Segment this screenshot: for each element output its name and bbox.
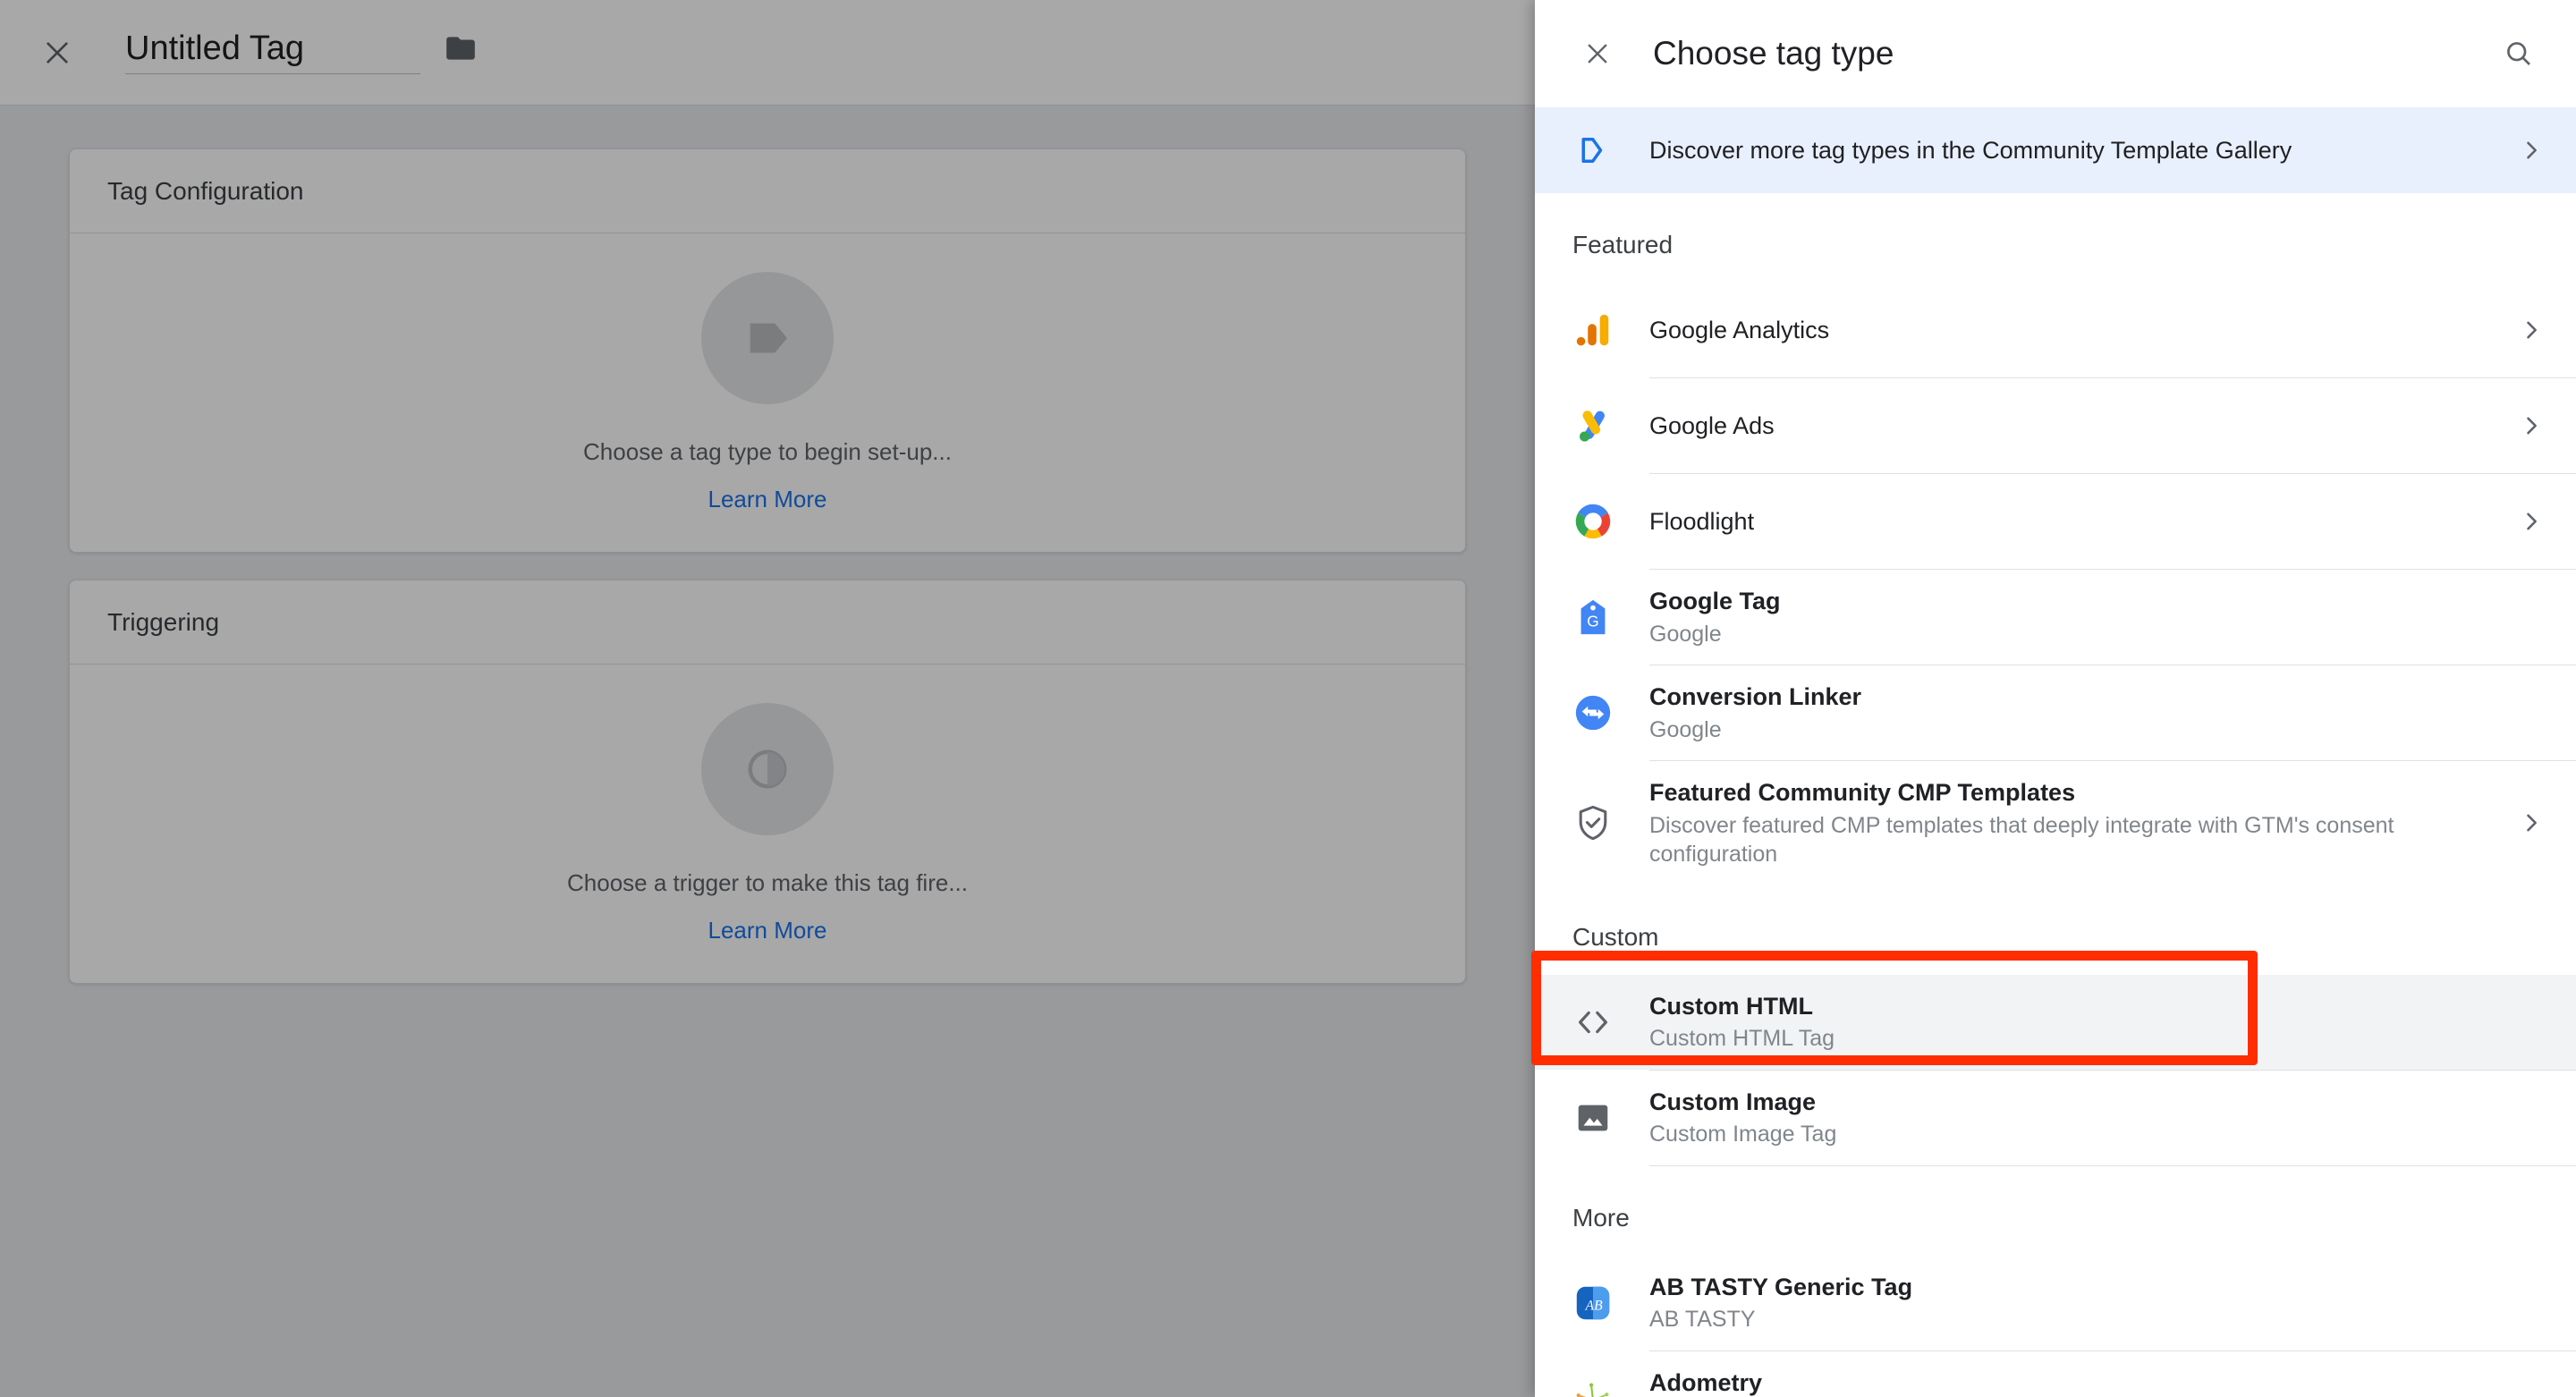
community-template-gallery-banner[interactable]: Discover more tag types in the Community… [1535, 107, 2576, 193]
row-subtitle: Google [1649, 620, 2544, 649]
triggering-placeholder-text: Choose a trigger to make this tag fire..… [567, 869, 968, 897]
screen-root: Untitled Tag Tag Configuration [0, 0, 2576, 1397]
chevron-right-icon [2519, 138, 2544, 163]
section-title-more: More [1535, 1166, 2576, 1256]
chevron-right-icon [2519, 318, 2544, 343]
tag-type-google-tag[interactable]: G Google Tag Google [1535, 570, 2576, 665]
row-title: Google Tag [1649, 586, 2544, 617]
section-title-featured: Featured [1535, 193, 2576, 283]
google-ads-icon [1572, 405, 1628, 446]
svg-text:G: G [1587, 613, 1598, 631]
tag-name-input[interactable]: Untitled Tag [125, 31, 420, 74]
tag-type-custom-html[interactable]: Custom HTML Custom HTML Tag [1535, 975, 2576, 1070]
conversion-linker-icon [1572, 692, 1628, 733]
folder-icon[interactable] [444, 31, 478, 74]
row-text: Google Analytics [1649, 299, 2519, 362]
tag-type-adometry[interactable]: Adometry Adometry [1535, 1351, 2576, 1397]
tag-config-learn-more-link[interactable]: Learn More [708, 486, 827, 513]
shield-check-icon [1572, 802, 1628, 843]
chevron-right-icon [2519, 810, 2544, 835]
row-title: Featured Community CMP Templates [1649, 777, 2519, 809]
row-title: AB TASTY Generic Tag [1649, 1272, 2544, 1303]
row-title: Google Analytics [1649, 315, 2519, 346]
section-title-custom: Custom [1535, 885, 2576, 975]
tag-name-field-wrap[interactable]: Untitled Tag [125, 31, 478, 74]
row-text: Google Tag Google [1649, 570, 2544, 665]
triggering-header: Triggering [70, 580, 1465, 665]
choose-tag-type-panel: Choose tag type Discover more tag types … [1535, 0, 2576, 1397]
adometry-icon [1572, 1378, 1628, 1397]
row-text: Google Ads [1649, 394, 2519, 458]
svg-text:A: A [1585, 1298, 1595, 1313]
gallery-banner-label: Discover more tag types in the Community… [1649, 137, 2519, 165]
tag-outline-icon [1572, 131, 1628, 169]
tag-editor-body: Tag Configuration Choose a tag type to b… [0, 106, 1535, 1397]
svg-text:B: B [1594, 1298, 1603, 1313]
triggering-learn-more-link[interactable]: Learn More [708, 917, 827, 944]
tag-type-custom-image[interactable]: Custom Image Custom Image Tag [1535, 1071, 2576, 1165]
google-tag-icon: G [1572, 597, 1628, 638]
panel-header: Choose tag type [1535, 0, 2576, 107]
row-title: Custom HTML [1649, 991, 2544, 1022]
row-subtitle: Google [1649, 715, 2544, 745]
tag-type-floodlight[interactable]: Floodlight [1535, 474, 2576, 569]
tag-type-featured-cmp-templates[interactable]: Featured Community CMP Templates Discove… [1535, 761, 2576, 885]
close-icon[interactable] [30, 26, 84, 80]
triggering-card: Triggering Choose a trigger to make this… [69, 580, 1466, 984]
tag-type-google-ads[interactable]: Google Ads [1535, 378, 2576, 473]
row-subtitle: Custom HTML Tag [1649, 1024, 2544, 1054]
background-app: Untitled Tag Tag Configuration [0, 0, 1535, 1397]
row-text: Floodlight [1649, 490, 2519, 554]
tag-configuration-card: Tag Configuration Choose a tag type to b… [69, 148, 1466, 553]
row-text: Conversion Linker Google [1649, 665, 2544, 760]
row-title: Conversion Linker [1649, 682, 2544, 713]
row-text: Featured Community CMP Templates Discove… [1649, 761, 2519, 885]
tag-config-placeholder-text: Choose a tag type to begin set-up... [583, 438, 952, 466]
tag-type-google-analytics[interactable]: Google Analytics [1535, 283, 2576, 377]
row-subtitle: AB TASTY [1649, 1305, 2544, 1334]
tag-icon [701, 272, 834, 404]
row-text: Custom HTML Custom HTML Tag [1649, 975, 2544, 1070]
chevron-right-icon [2519, 509, 2544, 534]
row-title: Google Ads [1649, 411, 2519, 442]
tag-configuration-body[interactable]: Choose a tag type to begin set-up... Lea… [70, 233, 1465, 552]
row-subtitle: Custom Image Tag [1649, 1120, 2544, 1149]
image-icon [1572, 1097, 1628, 1139]
triggering-body[interactable]: Choose a trigger to make this tag fire..… [70, 665, 1465, 983]
row-title: Custom Image [1649, 1087, 2544, 1118]
row-title: Adometry [1649, 1367, 2544, 1397]
row-subtitle: Discover featured CMP templates that dee… [1649, 811, 2519, 869]
search-icon[interactable] [2494, 29, 2544, 79]
tag-configuration-header: Tag Configuration [70, 149, 1465, 233]
tag-type-ab-tasty-generic-tag[interactable]: A B AB TASTY Generic Tag AB TASTY [1535, 1256, 2576, 1350]
chevron-right-icon [2519, 413, 2544, 438]
floodlight-icon [1572, 501, 1628, 542]
code-brackets-icon [1572, 1002, 1628, 1043]
row-text: Custom Image Custom Image Tag [1649, 1071, 2544, 1165]
panel-title: Choose tag type [1653, 35, 2494, 72]
tag-type-conversion-linker[interactable]: Conversion Linker Google [1535, 665, 2576, 760]
google-analytics-icon [1572, 309, 1628, 351]
tag-editor-topbar: Untitled Tag [0, 0, 1535, 106]
row-text: Adometry Adometry [1649, 1351, 2544, 1397]
row-text: AB TASTY Generic Tag AB TASTY [1649, 1256, 2544, 1350]
close-icon[interactable] [1572, 29, 1623, 79]
ab-tasty-icon: A B [1572, 1283, 1628, 1324]
trigger-icon [701, 703, 834, 835]
row-title: Floodlight [1649, 506, 2519, 538]
